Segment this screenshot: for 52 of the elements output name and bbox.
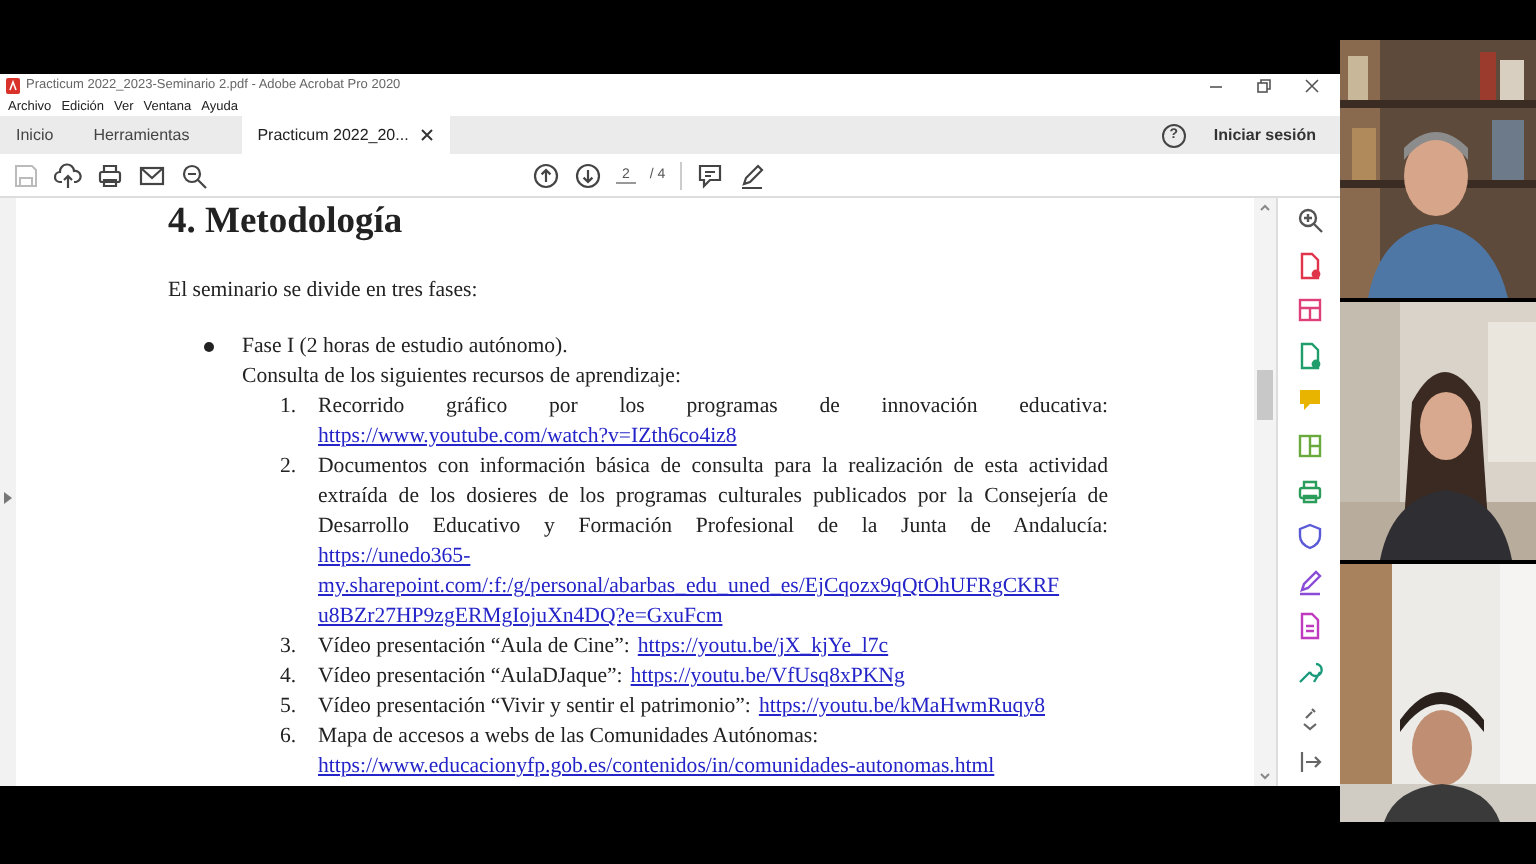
- list-item-text: Vídeo presentación “Aula de Cine”:: [318, 632, 630, 662]
- close-icon[interactable]: [420, 128, 435, 142]
- tab[interactable]: Practicum 2022_20...: [241, 116, 451, 154]
- comment-icon[interactable]: [695, 161, 724, 189]
- next-page-icon[interactable]: [574, 161, 602, 189]
- pen-icon[interactable]: [1295, 567, 1323, 596]
- document-icon[interactable]: [1295, 251, 1323, 280]
- previous-page-icon[interactable]: [532, 161, 560, 189]
- list-number: 2.: [280, 452, 299, 482]
- list-number: 6.: [280, 722, 299, 752]
- list-number: 4.: [280, 662, 299, 692]
- layout-icon[interactable]: [1295, 431, 1323, 460]
- list-item-text: Documentos con información básica de consulta para la realización de esta actividad extraída de los dosieres de los programas culturales publicados por la Consejería de Desarrollo Educativo y Formación Profesional de la Junta de Andalucía:: [318, 452, 1108, 542]
- link[interactable]: https://youtu.be/VfUsq8xPKNg: [630, 662, 905, 692]
- zoom-icon[interactable]: [1295, 206, 1323, 234]
- document-icon[interactable]: [1295, 341, 1323, 370]
- list-item-text: Vídeo presentación “Vivir y sentir el patrimonio”:: [318, 692, 751, 722]
- shield-icon[interactable]: [1295, 522, 1323, 551]
- cloud-upload-icon[interactable]: [54, 161, 82, 189]
- link[interactable]: https://www.youtube.com/watch?v=IZth6co4iz8: [318, 422, 737, 452]
- list-number: 5.: [280, 692, 299, 722]
- section-heading: 4. Metodología: [168, 200, 405, 244]
- mail-icon[interactable]: [138, 161, 166, 189]
- document-icon[interactable]: [1295, 612, 1323, 641]
- link[interactable]: my.sharepoint.com/:f:/g/personal/abarbas_edu_uned_es/EjCqozx9qQtOhUFRgCKRF: [318, 572, 1060, 602]
- list-item-text: Vídeo presentación “AulaDJaque”:: [318, 662, 623, 692]
- list-item-text: Mapa de accesos a webs de las Comunidades Autónomas:: [318, 722, 821, 752]
- tools-icon[interactable]: [1295, 657, 1323, 686]
- zoom-out-icon[interactable]: [180, 161, 208, 189]
- tab[interactable]: Inicio: [0, 116, 70, 154]
- link[interactable]: https://www.educacionyfp.gob.es/contenidos/in/comunidades-autonomas.html: [318, 752, 995, 782]
- link[interactable]: https://unedo365-: [318, 542, 471, 572]
- expand-panel-icon[interactable]: [1295, 748, 1323, 777]
- link[interactable]: https://youtu.be/jX_kjYe_l7c: [637, 632, 889, 662]
- list-item-text: Recorrido gráfico por los programas de innovación educativa:: [318, 392, 1108, 422]
- list-item-text: Fase I (2 horas de estudio autónomo).: [242, 332, 570, 362]
- link[interactable]: u8BZr27HP9zgERMgIojuXn4DQ?e=GxuFcm: [318, 602, 723, 632]
- print-icon[interactable]: [96, 161, 124, 189]
- paragraph: El seminario se divide en tres fases:: [168, 276, 480, 306]
- list-item-text: Consulta de los siguientes recursos de aprendizaje:: [242, 362, 683, 392]
- expand-arrow-icon[interactable]: [4, 491, 12, 503]
- close-icon[interactable]: [1304, 77, 1320, 93]
- sign-in-link[interactable]: Iniciar sesión: [1213, 126, 1316, 144]
- link[interactable]: https://youtu.be/kMaHwmRuqy8: [758, 692, 1045, 722]
- pen-icon[interactable]: [737, 161, 766, 189]
- layout-icon[interactable]: [1295, 296, 1323, 325]
- bullet-icon: [204, 342, 214, 352]
- printer-icon[interactable]: [1295, 477, 1323, 506]
- restore-icon[interactable]: [1256, 77, 1272, 93]
- list-number: 3.: [280, 632, 299, 662]
- list-number: 1.: [280, 392, 299, 422]
- tab[interactable]: Herramientas: [77, 116, 206, 154]
